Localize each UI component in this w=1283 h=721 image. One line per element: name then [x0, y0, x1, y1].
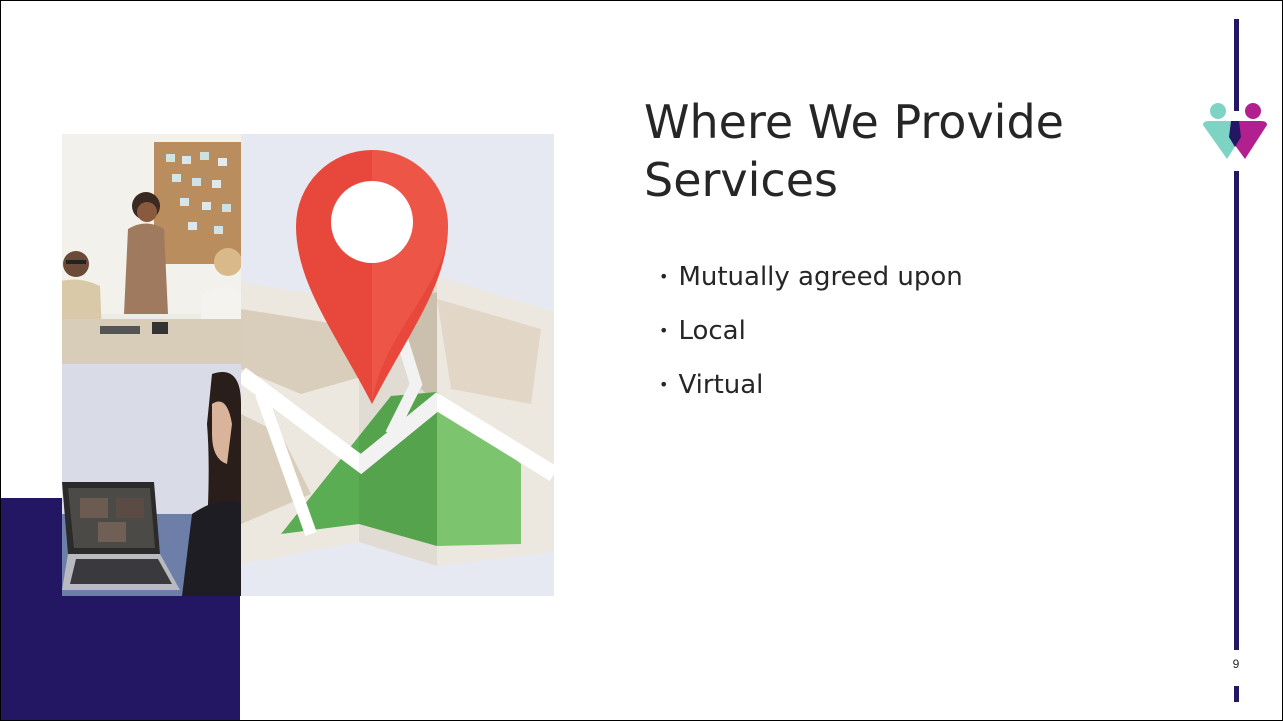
- accent-line-top: [1234, 19, 1239, 111]
- bullet-text: Virtual: [678, 370, 764, 400]
- accent-line-bottom: [1234, 686, 1239, 702]
- bullet-text: Local: [678, 316, 746, 346]
- bullet-icon: •: [659, 267, 669, 286]
- people-logo-icon: [1201, 99, 1271, 163]
- bullet-list: • Mutually agreed upon • Local • Virtual: [659, 257, 963, 419]
- bullet-icon: •: [659, 321, 669, 340]
- slide-title: Where We Provide Services: [644, 95, 1064, 207]
- page-number: 9: [1232, 657, 1240, 671]
- bullet-item: • Virtual: [659, 365, 963, 419]
- video-call-photo: [62, 364, 241, 596]
- bullet-text: Mutually agreed upon: [678, 262, 963, 292]
- bullet-item: • Local: [659, 311, 963, 365]
- bullet-item: • Mutually agreed upon: [659, 257, 963, 311]
- accent-line-middle: [1234, 171, 1239, 650]
- map-location-pin-illustration: [241, 134, 554, 596]
- bullet-icon: •: [659, 375, 669, 394]
- slide: Where We Provide Services • Mutually agre…: [0, 0, 1283, 721]
- office-meeting-photo: [62, 134, 241, 364]
